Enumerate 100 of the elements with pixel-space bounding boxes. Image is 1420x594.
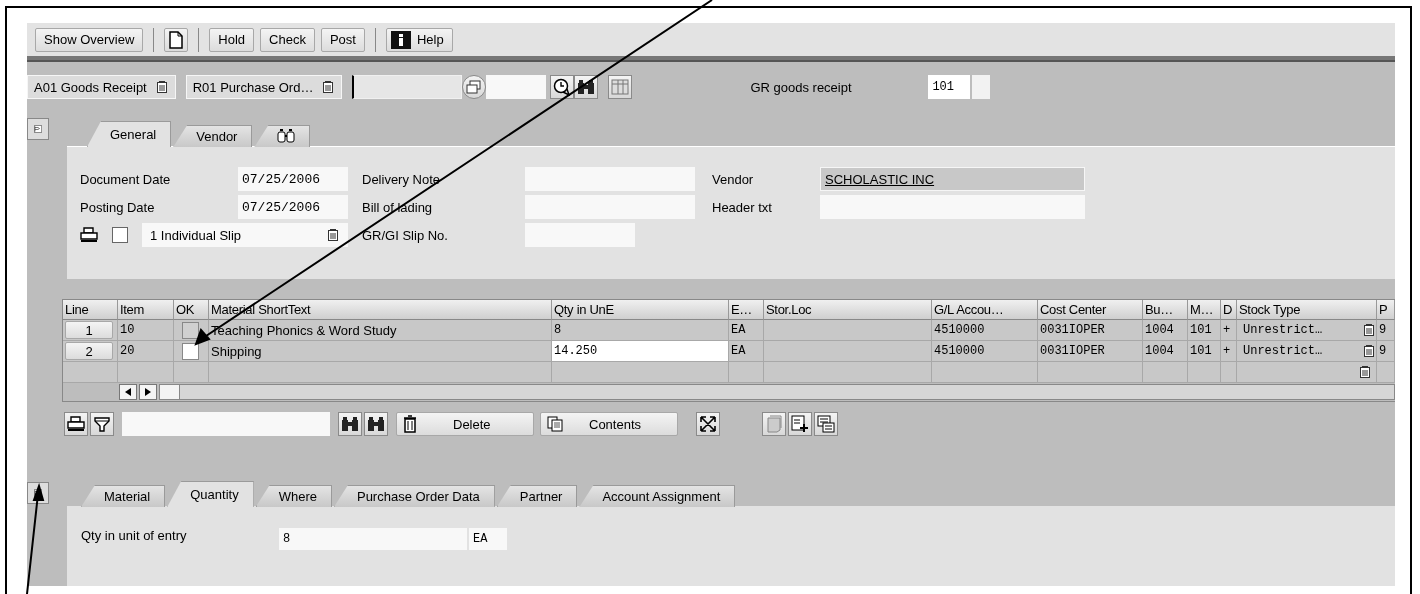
unit-field[interactable]: EA <box>469 528 507 550</box>
table-cell: 4510000 <box>932 320 1038 341</box>
checkbox[interactable] <box>112 227 128 243</box>
date-field[interactable]: 07/25/2006 <box>238 195 348 219</box>
search-field[interactable] <box>352 75 463 99</box>
delete-button[interactable]: Delete <box>396 412 534 436</box>
notes-button[interactable] <box>814 412 838 436</box>
copy-icon <box>547 416 563 432</box>
line-button[interactable]: 1 <box>65 321 113 339</box>
input-field[interactable] <box>972 75 991 99</box>
column-header[interactable]: Stock Type <box>1237 300 1377 320</box>
tab[interactable]: Purchase Order Data <box>333 485 495 507</box>
field-label: Delivery Note <box>362 171 442 187</box>
tab[interactable]: Material <box>81 485 166 507</box>
scroll-left-button[interactable] <box>119 384 137 400</box>
quantity-field[interactable]: 14.250 <box>552 341 729 362</box>
column-header[interactable]: M… <box>1188 300 1221 320</box>
column-header[interactable]: Qty in UnE <box>552 300 729 320</box>
scroll-left-icon <box>125 388 131 396</box>
history-button[interactable] <box>550 75 575 99</box>
line-button[interactable]: 2 <box>65 342 113 360</box>
dropdown-value: Unrestrict… <box>1243 323 1323 337</box>
field-label: Vendor <box>712 171 755 187</box>
transaction-dropdown[interactable]: A01 Goods Receipt <box>27 75 176 99</box>
field-label: Posting Date <box>80 199 156 215</box>
toolbar-button[interactable]: Post <box>320 27 365 52</box>
table-cell: 4510000 <box>932 341 1038 362</box>
column-header[interactable]: P <box>1377 300 1395 320</box>
table-cell: 1004 <box>1143 341 1188 362</box>
column-header[interactable]: G/L Accou… <box>932 300 1038 320</box>
notes-icon <box>817 415 835 433</box>
table-cell: 9 <box>1377 341 1395 362</box>
column-header[interactable]: OK <box>174 300 209 320</box>
tab[interactable]: Vendor <box>173 125 253 147</box>
column-header[interactable]: E… <box>729 300 764 320</box>
quantity-field[interactable]: 8 <box>279 528 467 550</box>
slip-dropdown[interactable]: 1 Individual Slip <box>142 223 348 247</box>
column-header[interactable]: D <box>1221 300 1237 320</box>
printer-icon <box>80 227 98 243</box>
field-label: Document Date <box>80 171 172 187</box>
stock-type-dropdown[interactable]: Unrestrict… <box>1237 320 1377 341</box>
tab[interactable]: Quantity <box>167 481 254 507</box>
new-document-button[interactable] <box>164 27 189 52</box>
date-field[interactable]: 07/25/2006 <box>238 167 348 191</box>
tab[interactable] <box>254 125 311 147</box>
multi-window-button[interactable] <box>462 75 487 99</box>
filter-icon <box>94 416 110 432</box>
field-label: Qty in unit of entry <box>81 528 188 543</box>
toolbar-button[interactable]: Check <box>260 27 315 52</box>
print-button[interactable] <box>64 412 88 436</box>
table-cell: 0031IOPER <box>1038 320 1143 341</box>
tab[interactable]: Where <box>255 485 332 507</box>
contents-button[interactable]: Contents <box>540 412 678 436</box>
add-page-button[interactable] <box>788 412 812 436</box>
scroll-right-icon <box>145 388 151 396</box>
column-header[interactable]: Cost Center <box>1038 300 1143 320</box>
printer-icon <box>67 416 85 432</box>
search-field[interactable] <box>486 75 547 99</box>
dropdown-icon <box>156 81 167 93</box>
table-cell: 101 <box>1188 320 1221 341</box>
toolbar-button[interactable]: Hold <box>209 27 255 52</box>
field-label: GR/GI Slip No. <box>362 227 449 243</box>
tab[interactable]: Account Assignment <box>579 485 736 507</box>
dropdown-value: 1 Individual Slip <box>150 227 242 243</box>
table-cell: 1004 <box>1143 320 1188 341</box>
find-button[interactable] <box>338 412 362 436</box>
column-header[interactable]: Item <box>118 300 174 320</box>
help-button[interactable]: Help <box>385 27 453 52</box>
table-cell: 0031IOPER <box>1038 341 1143 362</box>
binoculars-icon <box>341 416 359 432</box>
find-next-button[interactable] <box>364 412 388 436</box>
column-header[interactable]: Bu… <box>1143 300 1188 320</box>
table-cell: + <box>1221 341 1237 362</box>
input-field[interactable] <box>122 412 330 436</box>
column-header[interactable]: Stor.Loc <box>764 300 932 320</box>
multi-window-icon <box>466 80 483 94</box>
dropdown-icon <box>1364 345 1374 357</box>
show-overview-button[interactable]: Show Overview <box>35 27 144 52</box>
field-label: GR goods receipt <box>750 79 853 95</box>
tab[interactable]: General <box>87 121 172 147</box>
field-label: Header txt <box>712 199 773 215</box>
filter-button[interactable] <box>90 412 114 436</box>
table-cell: 101 <box>1188 341 1221 362</box>
vendor-link[interactable]: SCHOLASTIC INC <box>820 167 1085 191</box>
scroll-right-button[interactable] <box>139 384 157 400</box>
table-cell: 20 <box>118 341 174 362</box>
tab[interactable]: Partner <box>496 485 578 507</box>
checkbox[interactable] <box>182 342 199 360</box>
expand-all-button[interactable] <box>696 412 720 436</box>
table-button[interactable] <box>608 75 633 99</box>
movement-type-field[interactable]: 101 <box>928 75 971 99</box>
table-cell: EA <box>729 341 764 362</box>
clock-icon <box>553 78 572 96</box>
column-header[interactable]: Line <box>63 300 118 320</box>
reference-dropdown[interactable]: R01 Purchase Ord… <box>185 75 343 99</box>
trash-icon <box>403 415 417 433</box>
stock-type-dropdown[interactable]: Unrestrict… <box>1237 341 1377 362</box>
table-cell: EA <box>729 320 764 341</box>
scrollbar[interactable] <box>159 384 1395 400</box>
table-icon <box>611 79 630 95</box>
